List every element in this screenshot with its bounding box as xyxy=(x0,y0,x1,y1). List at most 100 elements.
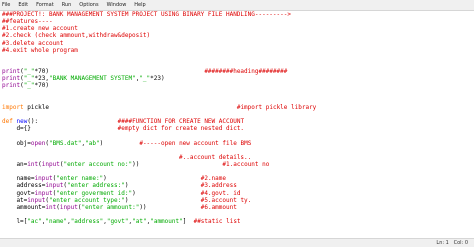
code-line: #4.exit whole program xyxy=(2,47,316,54)
code-token: "enter account type:" xyxy=(48,196,125,204)
code-line: ###PROJECT!: BANK MANAGEMENT SYSTEM PROJ… xyxy=(2,11,316,18)
code-line: #3.delete account xyxy=(2,40,316,47)
code-line: d={} #empty dict for create nested dict. xyxy=(2,125,316,132)
code-token: input xyxy=(41,160,60,168)
menu-run[interactable]: Run xyxy=(58,0,76,10)
code-token: #4.govt. id xyxy=(200,189,241,197)
code-line: name=input("enter name:") #2.name xyxy=(2,175,316,182)
menu-options[interactable]: Options xyxy=(75,0,102,10)
menu-help[interactable]: Help xyxy=(130,0,149,10)
code-token: "ab" xyxy=(85,139,100,147)
code-line: def new(): ####FUNCTION FOR CREATE NEW A… xyxy=(2,118,316,125)
code-token: ) xyxy=(124,182,201,190)
idle-editor-window: File Edit Format Run Options Window Help… xyxy=(0,0,474,247)
code-token: "name" xyxy=(45,218,68,226)
code-line: at=input("enter account type:") #5.accou… xyxy=(2,197,316,204)
code-token: ) xyxy=(124,196,201,204)
code-token: obj= xyxy=(2,139,31,147)
code-token: "BMS.dat" xyxy=(48,139,82,147)
code-token: "_" xyxy=(139,75,151,83)
code-line: obj=open("BMS.dat","ab") #-----open new … xyxy=(2,140,316,147)
code-token: #1.account no xyxy=(222,160,270,168)
code-token: ammount= xyxy=(2,203,46,211)
menu-edit[interactable]: Edit xyxy=(14,0,32,10)
code-token: ) xyxy=(132,189,201,197)
code-token: #3.address xyxy=(200,182,237,190)
code-token: ] xyxy=(182,218,194,226)
code-token: *70) xyxy=(34,82,49,90)
code-token: "ac" xyxy=(27,218,42,226)
code-token: #6.ammount xyxy=(200,203,237,211)
code-line: ammount=int(input("enter ammount:")) #6.… xyxy=(2,204,316,211)
code-line: ##features---- xyxy=(2,18,316,25)
code-token: l=[ xyxy=(2,218,28,226)
code-token: at= xyxy=(2,196,28,204)
code-token: ####FUNCTION FOR CREATE NEW ACCOUNT xyxy=(117,118,245,126)
code-token: "enter ammount:" xyxy=(81,203,140,211)
code-line: print("_"*23,"BANK MANAGEMENT SYSTEM","_… xyxy=(2,75,316,82)
code-token: input xyxy=(27,196,46,204)
code-token: "enter goverment id:" xyxy=(56,189,133,197)
menu-bar: File Edit Format Run Options Window Help xyxy=(0,0,474,11)
code-token: import xyxy=(2,103,24,111)
code-token: "enter account no:" xyxy=(63,160,133,168)
code-lines: ###PROJECT!: BANK MANAGEMENT SYSTEM PROJ… xyxy=(2,11,316,225)
code-token: name= xyxy=(2,175,35,183)
code-token: *23) xyxy=(150,75,165,83)
code-token: #4.exit whole program xyxy=(2,46,78,54)
cursor-position: Ln: 1 Col: 0 xyxy=(436,240,468,246)
code-token: address= xyxy=(2,182,46,190)
code-token: "_" xyxy=(23,68,35,76)
code-token: ) xyxy=(99,139,140,147)
code-token: new xyxy=(16,118,28,126)
code-token: int xyxy=(27,160,39,168)
code-token: *70) xyxy=(34,68,205,76)
code-token: "address" xyxy=(70,218,104,226)
code-line: import pickle #import pickle library xyxy=(2,104,316,111)
code-line: address=input("enter address:") #3.addre… xyxy=(2,182,316,189)
code-line: govt=input("enter goverment id:") #4.gov… xyxy=(2,190,316,197)
code-token: ###PROJECT!: BANK MANAGEMENT SYSTEM PROJ… xyxy=(2,11,291,18)
code-line: print("_"*70) xyxy=(2,82,316,89)
code-line: an=int(input("enter account no:")) #1.ac… xyxy=(2,161,316,168)
code-token: input xyxy=(34,189,53,197)
code-token: input xyxy=(45,182,64,190)
menu-window[interactable]: Window xyxy=(103,0,131,10)
code-token: "enter address:" xyxy=(67,182,125,190)
code-token: #import pickle library xyxy=(236,103,317,111)
code-token: print xyxy=(2,68,21,76)
code-token: #empty dict for create nested dict. xyxy=(117,125,245,133)
code-token: #3.delete account xyxy=(2,39,64,47)
code-token: input xyxy=(59,203,78,211)
menu-file[interactable]: File xyxy=(0,0,14,10)
code-token: int xyxy=(45,203,57,211)
code-token: ##features---- xyxy=(2,18,53,26)
code-token: *23, xyxy=(34,75,49,83)
code-token: "ammount" xyxy=(150,218,183,226)
code-token: ########heading######## xyxy=(204,68,288,76)
code-editor[interactable]: ###PROJECT!: BANK MANAGEMENT SYSTEM PROJ… xyxy=(0,11,474,238)
code-token: print xyxy=(2,82,21,90)
code-token: govt= xyxy=(2,189,35,197)
code-token: pickle xyxy=(23,103,237,111)
menu-format[interactable]: Format xyxy=(32,0,58,10)
code-token: "at" xyxy=(132,218,147,226)
code-token: ##static list xyxy=(193,218,241,226)
code-token: #5.account ty. xyxy=(200,196,252,204)
code-token: "BANK MANAGEMENT SYSTEM" xyxy=(48,75,136,83)
code-token: def xyxy=(2,118,13,126)
code-line: #2.check (check ammount,withdraw&deposit… xyxy=(2,32,316,39)
code-token: (): xyxy=(27,118,118,126)
code-line: l=["ac","name","address","govt","at","am… xyxy=(2,218,316,225)
code-token: "govt" xyxy=(106,218,129,226)
code-token: )) xyxy=(139,203,201,211)
